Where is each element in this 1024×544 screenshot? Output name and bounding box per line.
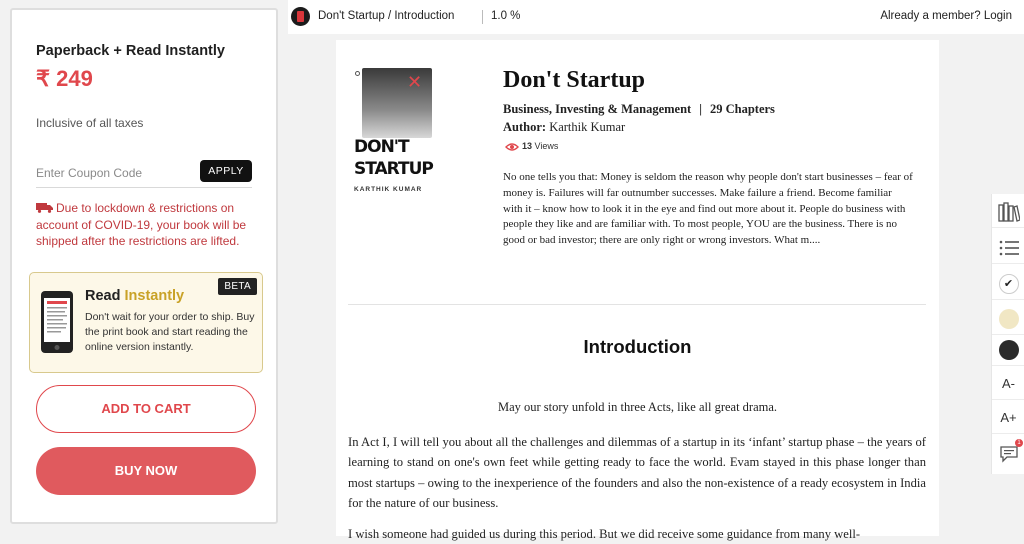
add-to-cart-button[interactable]: ADD TO CART [36,385,256,433]
breadcrumb[interactable]: Don't Startup / Introduction [318,10,454,22]
read-instantly-description: Don't wait for your order to ship. Buy t… [85,311,255,353]
chapter-epigraph: May our story unfold in three Acts, like… [497,400,778,414]
purchase-panel: Paperback + Read Instantly ₹ 249 Inclusi… [10,8,278,524]
reader-tools-rail: ✔ A- A+ 1 [991,194,1024,474]
book-blurb: No one tells you that: Money is seldom t… [503,171,913,247]
author-name[interactable]: Karthik Kumar [549,120,625,134]
cover-title-line2: STARTUP [354,159,434,179]
comment-icon [999,446,1018,463]
read-instantly-title: Read Instantly [85,288,184,304]
book-cover[interactable]: ✕ DON'T STARTUP KARTHIK KUMAR [354,68,434,194]
views-counter: 13 Views [505,141,558,152]
font-increase-label: A+ [1000,410,1017,425]
phone-icon [41,291,73,353]
tax-note: Inclusive of all taxes [36,116,144,130]
cover-title-line1: DON'T [354,137,410,157]
book-meta: Business, Investing & Management | 29 Chap… [503,102,775,117]
topbar-divider [482,10,483,24]
book-title: Don't Startup [503,67,646,93]
views-count: 13 [522,141,533,151]
dark-swatch [998,339,1019,360]
coupon-field-row: APPLY [36,160,252,188]
read-instantly-card: BETA Read Instantly Don't wait for your … [29,272,263,373]
cover-author: KARTHIK KUMAR [354,186,423,193]
table-of-contents-button[interactable] [992,232,1024,264]
library-button[interactable] [992,196,1024,228]
theme-white-button[interactable]: ✔ [992,268,1024,300]
section-divider [348,304,926,305]
list-icon [999,240,1019,255]
price: ₹ 249 [36,66,93,91]
theme-sepia-button[interactable] [992,303,1024,335]
meta-separator: | [699,102,702,116]
reader-page: ✕ DON'T STARTUP KARTHIK KUMAR Don't Star… [336,40,939,541]
check-icon: ✔ [998,273,1019,294]
read-title-plain: Read [85,288,125,304]
cover-title: DON'T STARTUP [354,136,434,180]
cover-x-mark: ✕ [407,72,423,93]
reader-top-bar: Don't Startup / Introduction 1.0 % Alrea… [288,0,1024,34]
apply-coupon-button[interactable]: APPLY [200,160,252,182]
covid-notice-text: Due to lockdown & restrictions on accoun… [36,201,247,248]
read-title-accent: Instantly [124,288,185,304]
sepia-swatch [998,308,1019,329]
font-increase-button[interactable]: A+ [992,402,1024,434]
comments-button[interactable]: 1 [992,438,1024,470]
chapter-paragraph: In Act I, I will tell you about all the … [348,435,926,510]
cover-dot [355,71,360,76]
coupon-input[interactable] [36,166,186,180]
views-label: Views [534,141,559,151]
book-category[interactable]: Business, Investing & Management [503,102,691,116]
purchase-option-title: Paperback + Read Instantly [36,43,225,59]
author-label: Author: [503,120,547,134]
chapter-paragraph: I wish someone had guided us during this… [348,527,861,541]
font-decrease-label: A- [1002,376,1015,391]
eye-icon [505,143,519,151]
buy-now-button[interactable]: BUY NOW [36,447,256,495]
reading-progress: 1.0 % [491,10,521,22]
chapter-count: 29 Chapters [709,102,775,116]
chapter-title: Introduction [583,336,692,357]
font-decrease-button[interactable]: A- [992,368,1024,400]
covid-notice: Due to lockdown & restrictions on accoun… [36,200,252,250]
login-link[interactable]: Already a member? Login [880,10,1012,22]
library-icon [997,201,1020,222]
beta-badge: BETA [218,278,257,295]
truck-icon [36,203,53,213]
brand-logo-icon[interactable] [291,7,310,26]
comments-badge: 1 [1015,439,1023,447]
book-author: Author: Karthik Kumar [503,120,625,135]
theme-dark-button[interactable] [992,334,1024,366]
